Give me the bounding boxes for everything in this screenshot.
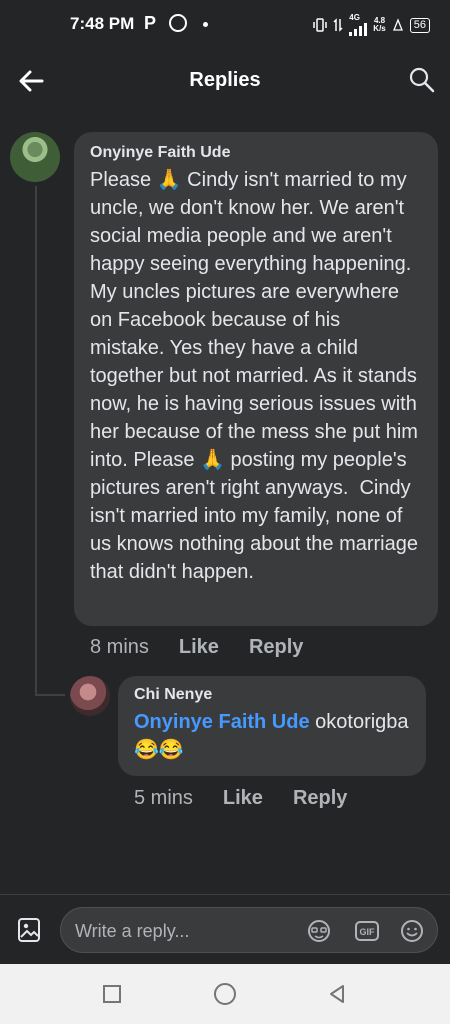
reply-input[interactable]: Write a reply... GIF: [60, 907, 438, 953]
avatar[interactable]: [70, 676, 110, 716]
page-title: Replies: [189, 69, 261, 91]
data-transfer-icon: [333, 18, 343, 32]
signal-icon: [349, 22, 368, 36]
comment-text-part: Cindy isn't married to my uncle, we don'…: [90, 169, 424, 471]
comment-text: Please 🙏 Cindy isn't married to my uncle…: [90, 166, 424, 586]
vibrate-icon: [313, 18, 328, 32]
search-icon[interactable]: [408, 66, 436, 94]
comment-time: 5 mins: [134, 787, 193, 809]
praying-hands-emoji: 🙏: [200, 449, 225, 471]
comment-author[interactable]: Onyinye Faith Ude: [90, 144, 424, 162]
network-type: 4G: [349, 13, 360, 22]
thread-line: [35, 186, 37, 696]
comment-text: Onyinye Faith Ude okotorigba: [134, 708, 412, 736]
thread-connector: [35, 694, 65, 696]
status-bar: 7:48 PM P 4G 4.8 K/s 56: [0, 0, 450, 48]
reply-button[interactable]: Reply: [293, 787, 347, 810]
like-button[interactable]: Like: [223, 787, 263, 810]
alarm-icon: [392, 18, 403, 31]
recent-apps-icon[interactable]: [103, 985, 121, 1003]
comment-author[interactable]: Chi Nenye: [134, 686, 412, 704]
reply-composer: Write a reply... GIF: [0, 894, 450, 965]
gif-label: GIF: [360, 927, 376, 937]
home-icon[interactable]: [214, 983, 236, 1005]
network-speed-unit: K/s: [373, 24, 386, 33]
gif-icon[interactable]: GIF: [354, 918, 380, 944]
laughing-emoji: 😂😂: [134, 739, 184, 761]
battery-icon: 56: [409, 17, 430, 33]
comment-text-part: okotorigba: [309, 711, 409, 733]
whatsapp-icon: [169, 14, 187, 32]
network-speed: 4.8 K/s: [373, 17, 385, 33]
status-indicators: 4G 4.8 K/s 56: [313, 14, 430, 36]
comment-actions: 5 mins Like Reply: [134, 787, 347, 810]
nav-back-icon[interactable]: [326, 983, 348, 1005]
reply-button[interactable]: Reply: [249, 636, 303, 659]
more-notifications-icon: [203, 22, 208, 27]
praying-hands-emoji: 🙏: [156, 169, 182, 191]
status-time: 7:48 PM: [70, 14, 135, 33]
like-button[interactable]: Like: [179, 636, 219, 659]
reply-placeholder: Write a reply...: [75, 921, 190, 941]
comment-actions: 8 mins Like Reply: [90, 636, 303, 659]
comment-time: 8 mins: [90, 636, 149, 658]
header: Replies: [0, 52, 450, 108]
app-notification-icon: P: [144, 13, 157, 33]
mention-link[interactable]: Onyinye Faith Ude: [134, 711, 310, 733]
reply-bubble[interactable]: Chi Nenye Onyinye Faith Ude okotorigba 😂…: [118, 676, 426, 776]
avatar-sticker-icon[interactable]: [306, 918, 332, 944]
comment-bubble[interactable]: Onyinye Faith Ude Please 🙏 Cindy isn't m…: [74, 132, 438, 626]
comment-text-part: Please: [90, 169, 157, 191]
photo-icon[interactable]: [16, 917, 42, 943]
emoji-icon[interactable]: [399, 918, 425, 944]
avatar[interactable]: [10, 132, 60, 182]
system-nav-bar: [0, 964, 450, 1024]
